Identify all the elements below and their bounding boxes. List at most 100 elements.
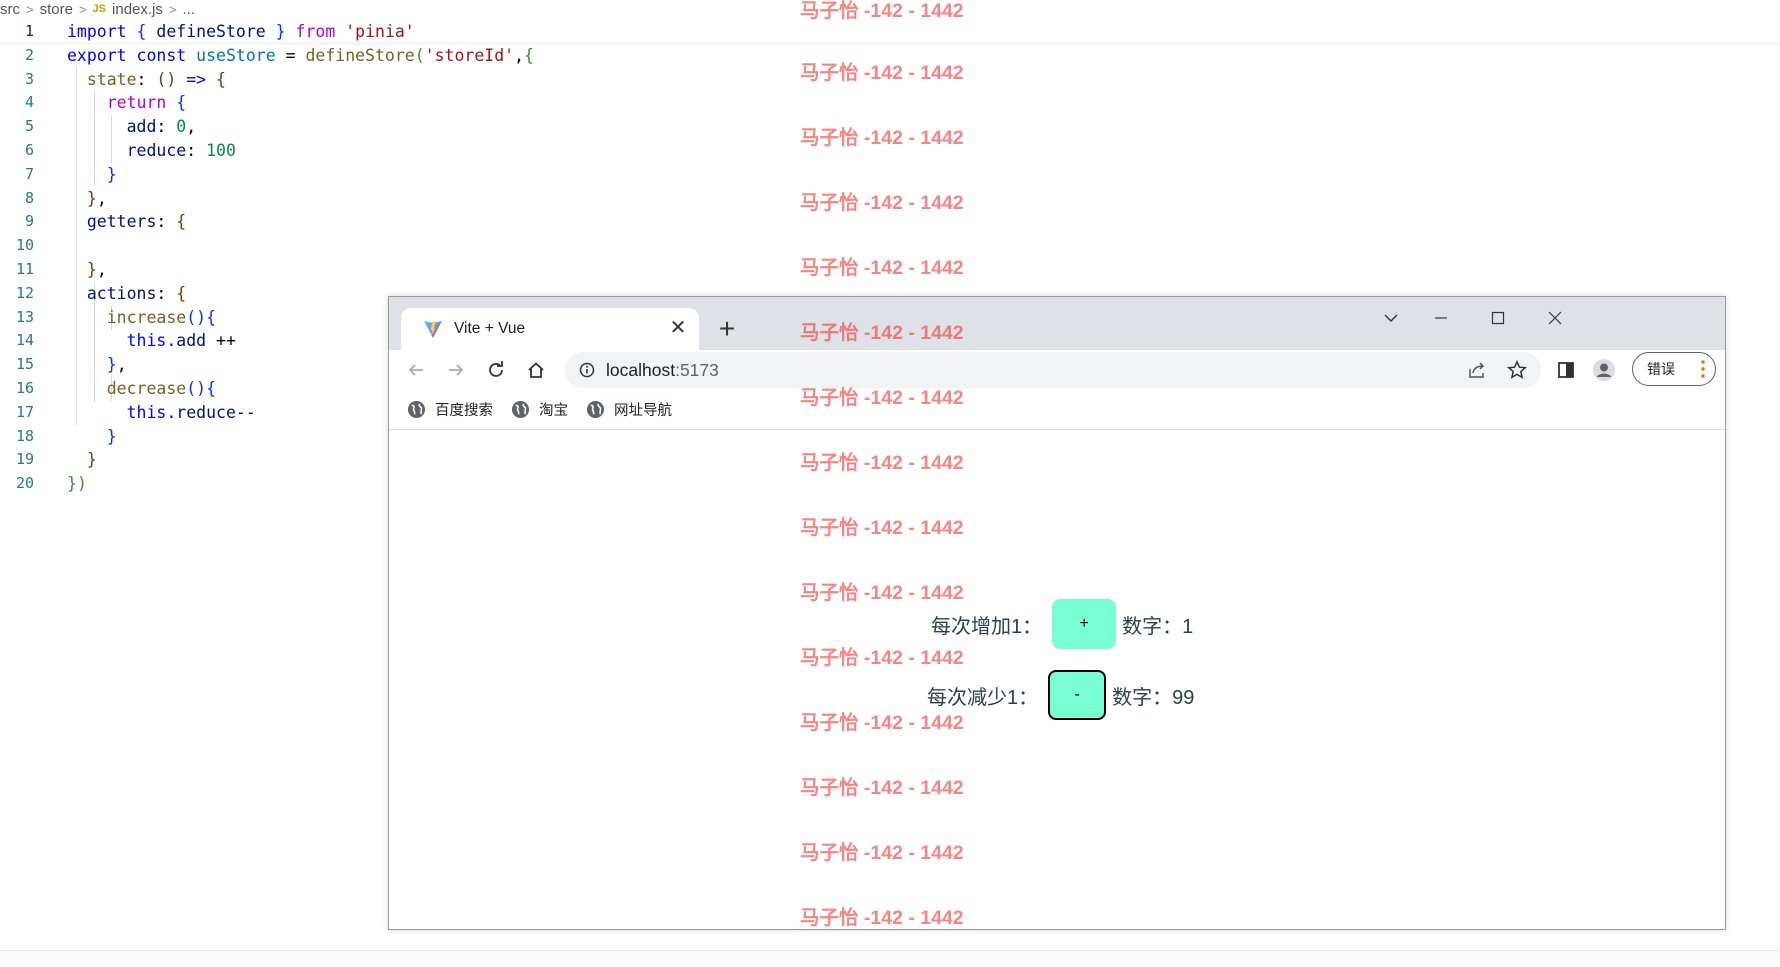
close-icon <box>1548 311 1562 325</box>
chevron-right-icon: > <box>168 1 177 17</box>
side-panel-icon <box>1558 362 1574 378</box>
js-file-icon: JS <box>92 3 107 15</box>
address-bar[interactable]: localhost:5173 <box>565 352 1541 388</box>
code-text: } <box>86 450 97 470</box>
bookmark-label: 淘宝 <box>539 403 568 419</box>
side-panel-button[interactable] <box>1551 355 1581 385</box>
code-text: decrease(){ <box>106 378 217 398</box>
decrease-label: 每次减少1： <box>927 686 1039 709</box>
code-text: this.add ++ <box>126 331 236 351</box>
increase-row: 每次增加1： + 数字：1 <box>931 599 1193 649</box>
increase-label: 每次增加1： <box>931 615 1043 638</box>
watermark-text: 马子怡 -142 - 1442 <box>800 62 964 84</box>
watermark-text: 马子怡 -142 - 1442 <box>800 257 964 279</box>
breadcrumb: src > store > JS index.js > ... <box>0 0 195 18</box>
bookmark-taobao[interactable]: 淘宝 <box>511 399 568 420</box>
bookmark-label: 网址导航 <box>614 403 672 419</box>
line-number: 7 <box>24 164 34 183</box>
chevron-down-icon <box>1384 314 1398 322</box>
code-text: }, <box>86 188 107 208</box>
watermark-text: 马子怡 -142 - 1442 <box>800 192 964 214</box>
watermark-text: 马子怡 -142 - 1442 <box>800 0 964 22</box>
decrease-button[interactable]: - <box>1048 670 1107 720</box>
line-number: 9 <box>24 212 34 231</box>
increase-button[interactable]: + <box>1052 599 1117 649</box>
star-bookmark-icon[interactable] <box>1507 360 1527 380</box>
page-content: 每次增加1： + 数字：1 每次减少1： - 数字：99 <box>389 431 1725 929</box>
globe-icon <box>407 400 426 419</box>
more-vert-icon <box>1701 360 1705 378</box>
watermark-text: 马子怡 -142 - 1442 <box>800 127 964 149</box>
code-text: }) <box>67 474 87 494</box>
line-number: 6 <box>24 140 34 159</box>
info-icon[interactable] <box>579 362 595 378</box>
line-number: 5 <box>24 117 34 136</box>
line-number: 4 <box>24 93 34 112</box>
code-text: state: () => { <box>86 69 226 89</box>
browser-toolbar: localhost:5173 错误 <box>389 350 1725 390</box>
breadcrumb-more[interactable]: ... <box>182 1 195 18</box>
status-bar <box>0 950 1780 967</box>
back-button[interactable] <box>401 355 431 385</box>
code-text: } <box>106 426 117 446</box>
reload-icon <box>489 361 503 377</box>
tab-vite-vue[interactable]: Vite + Vue ✕ <box>401 308 699 350</box>
line-number: 10 <box>15 236 34 255</box>
line-number: 12 <box>15 283 34 302</box>
decrease-row: 每次减少1： - 数字：99 <box>927 670 1194 720</box>
code-text: return { <box>106 93 187 113</box>
globe-icon <box>586 400 605 419</box>
line-number: 11 <box>15 259 34 278</box>
code-text: increase(){ <box>106 307 217 327</box>
reload-button[interactable] <box>481 355 511 385</box>
minimize-button[interactable] <box>1421 303 1461 333</box>
code-text: actions: { <box>86 283 187 303</box>
code-text: add: 0, <box>126 117 197 137</box>
code-text: this.reduce-- <box>126 402 256 422</box>
code-text: getters: { <box>86 212 187 232</box>
bookmark-label: 百度搜索 <box>435 403 493 419</box>
code-text: reduce: 100 <box>126 140 236 160</box>
error-button[interactable]: 错误 <box>1632 352 1716 386</box>
code-text: import { defineStore } from 'pinia' <box>67 22 415 41</box>
profile-button[interactable] <box>1589 355 1619 385</box>
breadcrumb-file[interactable]: index.js <box>112 1 163 18</box>
tab-title: Vite + Vue <box>454 320 526 337</box>
code-text: }, <box>106 355 127 375</box>
close-tab-icon[interactable]: ✕ <box>667 317 689 339</box>
chevron-right-icon: > <box>78 1 87 17</box>
breadcrumb-src[interactable]: src <box>0 1 20 18</box>
close-window-button[interactable] <box>1535 303 1575 333</box>
line-number: 19 <box>15 450 34 469</box>
line-number: 14 <box>15 331 34 350</box>
breadcrumb-store[interactable]: store <box>40 1 73 18</box>
share-icon[interactable] <box>1467 361 1487 379</box>
tab-search-button[interactable] <box>1371 303 1411 333</box>
line-number: 20 <box>15 474 34 493</box>
globe-icon <box>511 400 530 419</box>
code-text: export const useStore = defineStore('sto… <box>67 45 534 65</box>
increase-value: 数字：1 <box>1122 615 1194 638</box>
code-text: }, <box>86 259 107 279</box>
line-number: 3 <box>24 69 34 88</box>
bookmarks-bar: 百度搜索 淘宝 网址导航 <box>389 390 1725 430</box>
line-number: 16 <box>15 378 34 397</box>
tab-strip: Vite + Vue ✕ + <box>389 297 1725 350</box>
line-number: 18 <box>15 426 34 445</box>
arrow-left-icon <box>408 364 423 376</box>
arrow-right-icon <box>449 364 464 376</box>
chevron-right-icon: > <box>26 1 34 17</box>
decrease-value: 数字：99 <box>1112 686 1195 709</box>
new-tab-button[interactable]: + <box>712 314 742 344</box>
line-number: 2 <box>24 45 34 64</box>
maximize-button[interactable] <box>1478 303 1518 333</box>
code-text: } <box>106 164 117 184</box>
browser-window: Vite + Vue ✕ + localhost:5173 错误 百度搜索 淘宝… <box>388 296 1726 930</box>
avatar-icon <box>1593 359 1615 381</box>
bookmark-baidu[interactable]: 百度搜索 <box>407 399 493 420</box>
url-text[interactable]: localhost:5173 <box>606 360 719 381</box>
bookmark-hao123[interactable]: 网址导航 <box>586 399 672 420</box>
forward-button[interactable] <box>441 355 471 385</box>
vite-logo-icon <box>424 321 442 338</box>
home-button[interactable] <box>521 355 551 385</box>
